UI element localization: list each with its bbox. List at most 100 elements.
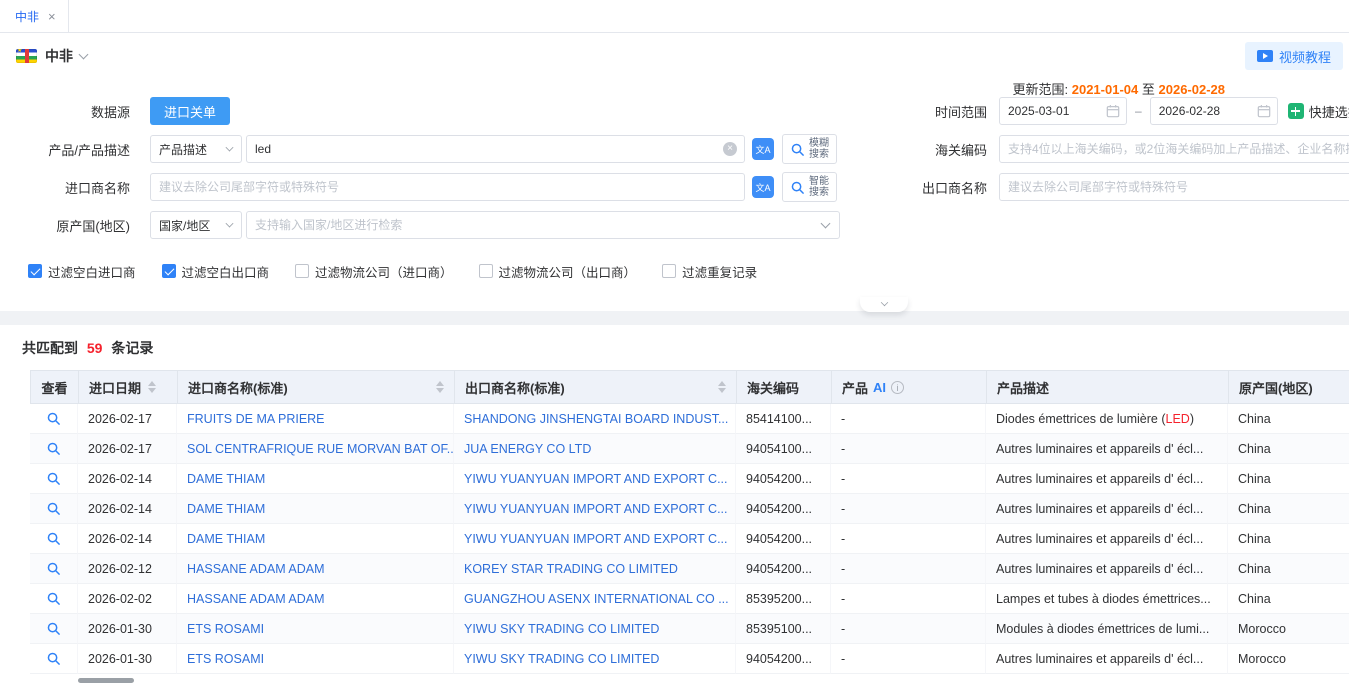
hs-code-input[interactable] (1000, 142, 1349, 156)
chevron-down-icon (821, 218, 831, 228)
sort-icon[interactable] (436, 381, 444, 393)
cell-import-date: 2026-02-14 (78, 464, 177, 494)
column-import-date[interactable]: 进口日期 (79, 371, 178, 403)
checkbox[interactable] (479, 264, 493, 278)
cell-importer-link[interactable]: FRUITS DE MA PRIERE (177, 404, 454, 434)
sort-icon[interactable] (148, 381, 156, 393)
table-row: 2026-02-14 DAME THIAM YIWU YUANYUAN IMPO… (30, 494, 1349, 524)
translate-icon[interactable] (752, 176, 774, 198)
cell-importer-link[interactable]: DAME THIAM (177, 524, 454, 554)
country-title[interactable]: 中非 (45, 46, 73, 66)
view-row-button[interactable] (46, 531, 61, 546)
cell-exporter-link[interactable]: KOREY STAR TRADING CO LIMITED (454, 554, 736, 584)
view-row-button[interactable] (46, 621, 61, 636)
view-row-button[interactable] (46, 441, 61, 456)
cell-importer-link[interactable]: SOL CENTRAFRIQUE RUE MORVAN BAT OF... (177, 434, 454, 464)
tab-bar: 中非 × (0, 0, 1349, 33)
close-icon[interactable]: × (48, 9, 56, 24)
cell-importer-link[interactable]: ETS ROSAMI (177, 644, 454, 674)
cell-importer-link[interactable]: DAME THIAM (177, 494, 454, 524)
time-range-row: 时间范围 – 快捷选择 (915, 97, 1349, 125)
view-row-button[interactable] (46, 471, 61, 486)
cell-exporter-link[interactable]: YIWU YUANYUAN IMPORT AND EXPORT C... (454, 494, 736, 524)
filter-checkbox-item[interactable]: 过滤物流公司（出口商） (479, 262, 637, 281)
product-type-select[interactable]: 产品描述 (150, 135, 242, 163)
smart-search-button[interactable]: 智能 搜索 (782, 172, 837, 202)
magnifier-icon (46, 531, 61, 546)
view-cell (30, 614, 78, 644)
video-tutorial-button[interactable]: 视频教程 (1245, 42, 1343, 70)
column-importer[interactable]: 进口商名称(标准) (178, 371, 455, 403)
importer-name-input[interactable] (151, 180, 744, 194)
date-from-input[interactable] (1000, 104, 1106, 118)
checkbox[interactable] (162, 264, 176, 278)
filter-checkbox-item[interactable]: 过滤物流公司（进口商） (295, 262, 453, 281)
cell-exporter-link[interactable]: GUANGZHOU ASENX INTERNATIONAL CO ... (454, 584, 736, 614)
cell-exporter-link[interactable]: SHANDONG JINSHENGTAI BOARD INDUST... (454, 404, 736, 434)
video-play-icon (1257, 50, 1273, 62)
table-row: 2026-02-14 DAME THIAM YIWU YUANYUAN IMPO… (30, 464, 1349, 494)
checkbox[interactable] (662, 264, 676, 278)
view-row-button[interactable] (46, 411, 61, 426)
cell-description: Autres luminaires et appareils d' écl... (986, 644, 1228, 674)
cell-exporter-link[interactable]: YIWU SKY TRADING CO LIMITED (454, 644, 736, 674)
filter-checkbox-item[interactable]: 过滤空白出口商 (162, 262, 270, 281)
cell-origin: Morocco (1228, 614, 1349, 644)
cell-exporter-link[interactable]: YIWU YUANYUAN IMPORT AND EXPORT C... (454, 464, 736, 494)
cell-exporter-link[interactable]: YIWU SKY TRADING CO LIMITED (454, 614, 736, 644)
product-search-input[interactable] (247, 142, 723, 156)
origin-type-select[interactable]: 国家/地区 (150, 211, 242, 239)
exporter-name-input[interactable] (1000, 180, 1349, 194)
translate-icon[interactable] (752, 138, 774, 160)
cell-importer-link[interactable]: ETS ROSAMI (177, 614, 454, 644)
origin-input-wrap (246, 211, 840, 239)
column-exporter[interactable]: 出口商名称(标准) (455, 371, 737, 403)
cell-description: Autres luminaires et appareils d' écl... (986, 554, 1228, 584)
filter-label: 过滤物流公司（进口商） (315, 262, 453, 281)
update-range: 更新范围: 2021-01-04 至 2026-02-28 (1012, 79, 1225, 98)
smart-search-label-1: 智能 (809, 176, 829, 187)
checkbox[interactable] (28, 264, 42, 278)
cell-importer-link[interactable]: HASSANE ADAM ADAM (177, 554, 454, 584)
date-to-input[interactable] (1151, 104, 1257, 118)
data-source-import-declaration-button[interactable]: 进口关单 (150, 97, 230, 125)
time-range-label: 时间范围 (915, 102, 987, 121)
view-row-button[interactable] (46, 561, 61, 576)
origin-country-input[interactable] (247, 218, 822, 232)
cell-hs-code: 85395100... (736, 614, 831, 644)
cell-importer-link[interactable]: HASSANE ADAM ADAM (177, 584, 454, 614)
magnifier-icon (46, 621, 61, 636)
checkbox[interactable] (295, 264, 309, 278)
smart-search-label-2: 搜索 (809, 187, 829, 198)
info-icon[interactable] (891, 381, 904, 394)
cell-origin: China (1228, 464, 1349, 494)
cell-exporter-link[interactable]: YIWU YUANYUAN IMPORT AND EXPORT C... (454, 524, 736, 554)
sort-icon[interactable] (718, 381, 726, 393)
cell-hs-code: 94054200... (736, 644, 831, 674)
filter-checkbox-item[interactable]: 过滤重复记录 (662, 262, 757, 281)
cell-import-date: 2026-01-30 (78, 614, 177, 644)
view-row-button[interactable] (46, 591, 61, 606)
date-to-wrap (1150, 97, 1278, 125)
cell-importer-link[interactable]: DAME THIAM (177, 464, 454, 494)
horizontal-scrollbar-thumb[interactable] (78, 678, 134, 683)
magnifier-icon (46, 441, 61, 456)
tab-zhongfei[interactable]: 中非 × (0, 0, 69, 32)
fuzzy-search-label-2: 搜索 (809, 149, 829, 160)
results-summary: 共匹配到 59 条记录 (0, 325, 1349, 370)
filter-checkbox-item[interactable]: 过滤空白进口商 (28, 262, 136, 281)
table-row: 2026-02-17 FRUITS DE MA PRIERE SHANDONG … (30, 404, 1349, 434)
update-range-from: 2021-01-04 (1072, 82, 1139, 97)
clear-input-icon[interactable] (723, 142, 737, 156)
results-table: 查看 进口日期 进口商名称(标准) 出口商名称(标准) 海关编码 产品 AI (30, 370, 1349, 674)
collapse-handle[interactable] (860, 297, 908, 312)
quick-select-link[interactable]: 快捷选择 (1288, 102, 1349, 121)
cell-hs-code: 85395200... (736, 584, 831, 614)
view-cell (30, 554, 78, 584)
cell-exporter-link[interactable]: JUA ENERGY CO LTD (454, 434, 736, 464)
view-row-button[interactable] (46, 501, 61, 516)
cell-origin: China (1228, 554, 1349, 584)
fuzzy-search-button[interactable]: 模糊 搜索 (782, 134, 837, 164)
view-row-button[interactable] (46, 651, 61, 666)
chevron-down-icon[interactable] (79, 49, 89, 59)
